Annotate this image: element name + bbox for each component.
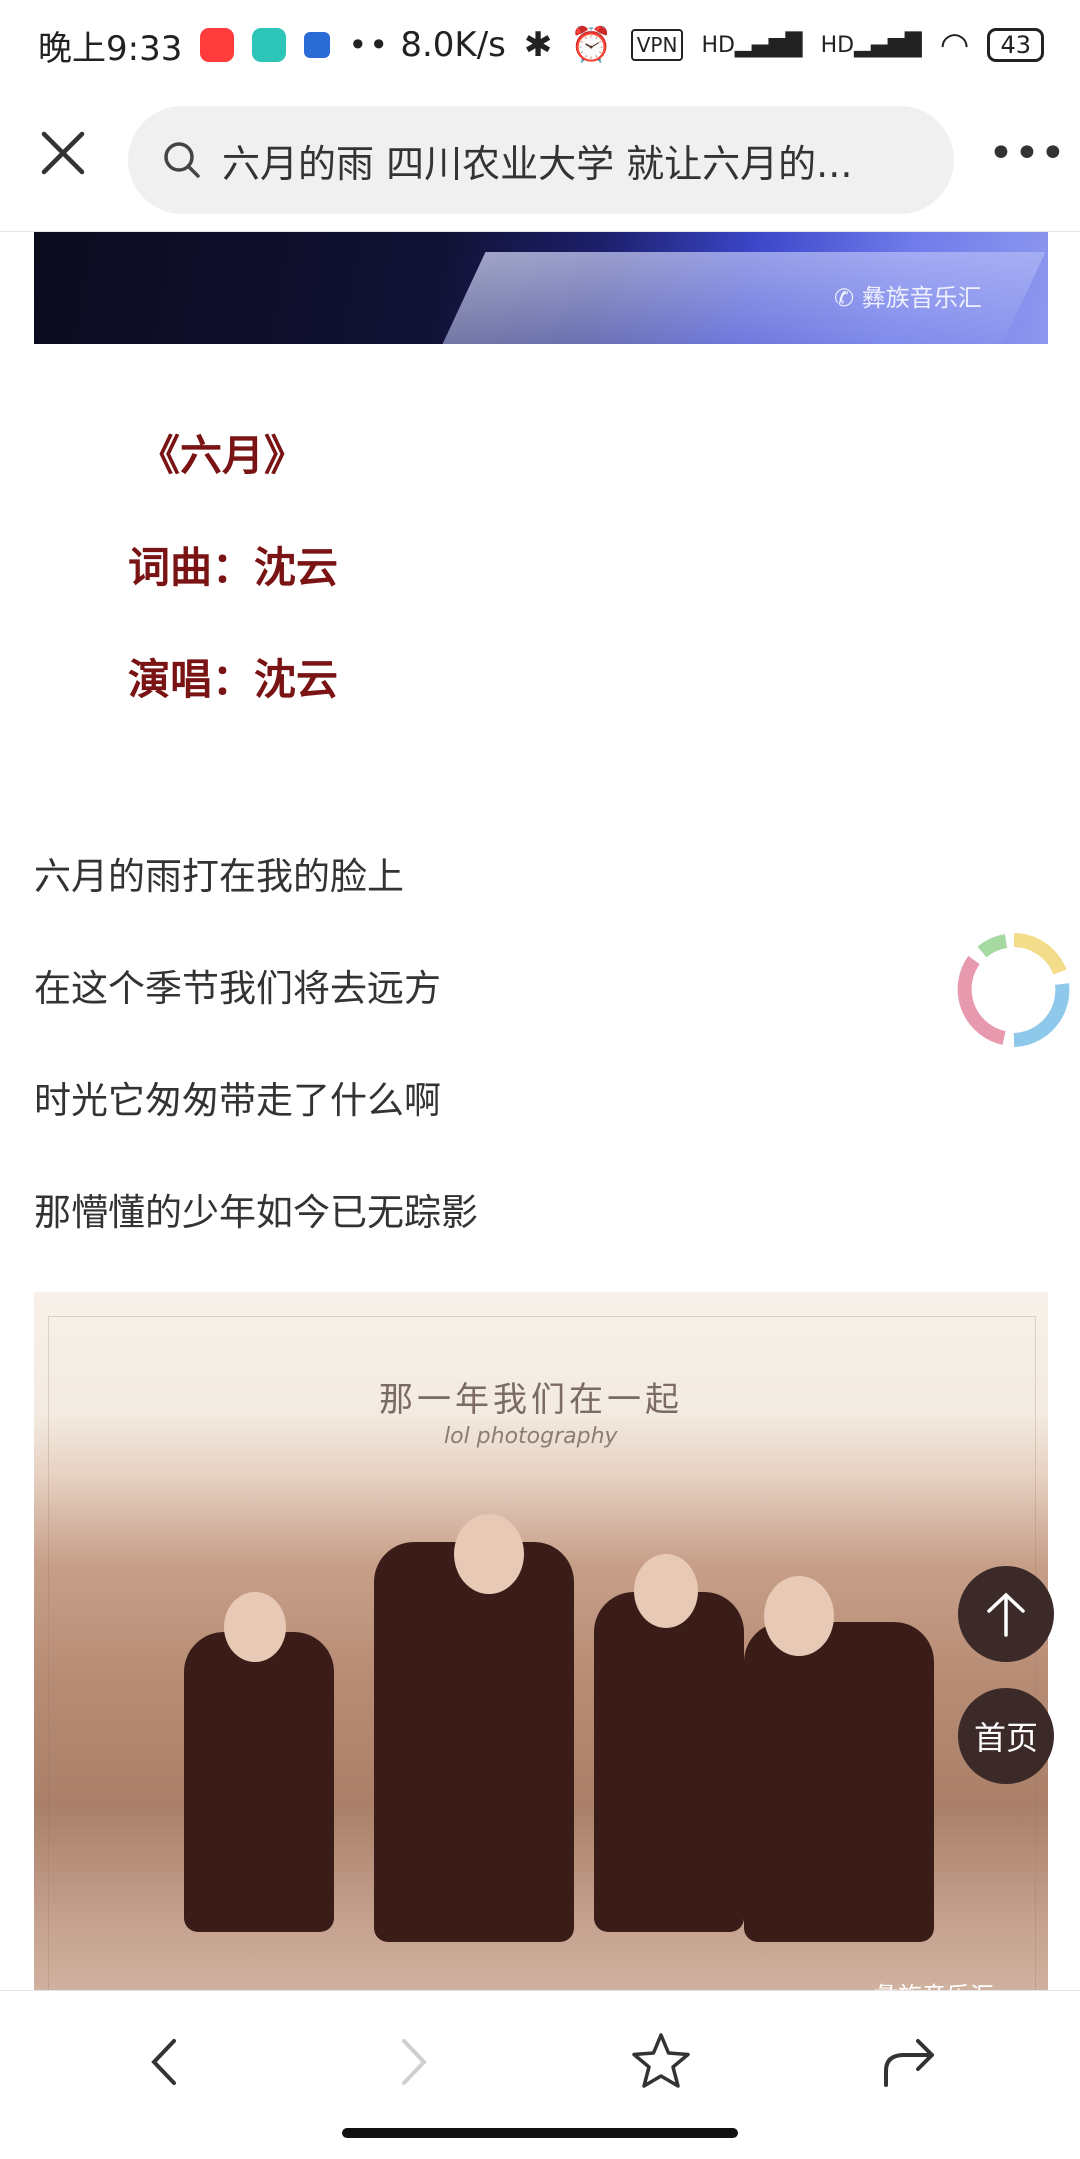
photo-caption: 那一年我们在一起: [379, 1380, 683, 1420]
browser-nav-bar: 六月的雨 四川农业大学 就让六月的... •••: [0, 90, 1080, 232]
status-left: 晚上9:33 ••: [38, 21, 390, 70]
bluetooth-icon: ✱: [523, 25, 553, 65]
home-button-label: 首页: [973, 1719, 1038, 1757]
close-button[interactable]: [40, 130, 86, 176]
search-query-text: 六月的雨 四川农业大学 就让六月的...: [222, 141, 853, 186]
home-indicator[interactable]: [342, 2128, 738, 2138]
boss-live-icon: [252, 28, 287, 62]
status-time: 晚上9:33: [38, 28, 183, 69]
netease-music-icon: [200, 28, 235, 62]
graduate-face: [764, 1576, 834, 1656]
wechat-watermark: ✆ 彝族音乐汇: [834, 278, 982, 313]
lyric-line: 那懵懂的少年如今已无踪影: [34, 1191, 478, 1234]
more-notifications-icon: ••: [348, 26, 391, 64]
cat-app-icon: [304, 32, 331, 58]
lyric-line: 六月的雨打在我的脸上: [34, 855, 404, 898]
more-icon: •••: [988, 128, 1066, 179]
status-bar: 晚上9:33 •• 8.0K/s ✱ ⏰ VPN HD▂▄▆█ HD▂▄▆█ ◠…: [0, 0, 1080, 90]
status-right: 8.0K/s ✱ ⏰ VPN HD▂▄▆█ HD▂▄▆█ ◠ 43: [400, 25, 1044, 65]
vpn-badge: VPN: [630, 29, 684, 61]
forward-button[interactable]: [378, 2027, 448, 2097]
chevron-right-icon: [402, 2039, 427, 2085]
close-icon: [41, 131, 85, 175]
signal-icon-1: HD▂▄▆█: [701, 32, 803, 58]
graduation-photo: 那一年我们在一起 lol photography 彝族音乐汇: [34, 1292, 1048, 2048]
home-button[interactable]: 首页: [958, 1688, 1054, 1784]
more-options-button[interactable]: •••: [988, 132, 1066, 176]
song-title: 《六月》: [138, 431, 307, 480]
favorite-button[interactable]: [626, 2027, 696, 2097]
back-button[interactable]: [130, 2027, 200, 2097]
search-icon: [164, 142, 200, 178]
singer-credit: 演唱：沈云: [128, 655, 339, 704]
back-to-top-button[interactable]: [958, 1566, 1054, 1662]
graduate-face: [634, 1554, 698, 1628]
hd-label-1: HD: [701, 32, 735, 58]
star-icon: [632, 2033, 690, 2088]
stage-photo: ✆ 彝族音乐汇: [34, 232, 1048, 344]
watermark-text: 彝族音乐汇: [861, 284, 982, 312]
wifi-icon: ◠: [939, 25, 970, 65]
graduate-figure: [374, 1542, 574, 1942]
search-bar[interactable]: 六月的雨 四川农业大学 就让六月的...: [128, 106, 954, 214]
share-icon: [884, 2039, 934, 2087]
battery-indicator: 43: [987, 28, 1044, 62]
chevron-left-icon: [151, 2039, 176, 2085]
network-speed: 8.0K/s: [400, 25, 506, 65]
lyric-line: 时光它匆匆带走了什么啊: [34, 1079, 441, 1122]
graduate-face: [454, 1514, 524, 1594]
lyric-line: 在这个季节我们将去远方: [34, 967, 441, 1010]
alarm-icon: ⏰: [570, 25, 613, 65]
graduate-figure: [594, 1592, 744, 1932]
hd-label-2: HD: [820, 32, 855, 58]
signal-icon-2: HD▂▄▆█: [820, 32, 922, 58]
wechat-icon: ✆: [834, 284, 855, 312]
photo-subcaption: lol photography: [444, 1424, 618, 1449]
graduate-face: [224, 1592, 286, 1662]
arrow-up-icon: [987, 1592, 1025, 1637]
graduate-figure: [744, 1622, 934, 1942]
lyricist-credit: 词曲：沈云: [128, 543, 339, 592]
graduate-figure: [184, 1632, 334, 1932]
share-button[interactable]: [874, 2027, 944, 2097]
loading-spinner-icon: [957, 933, 1070, 1047]
